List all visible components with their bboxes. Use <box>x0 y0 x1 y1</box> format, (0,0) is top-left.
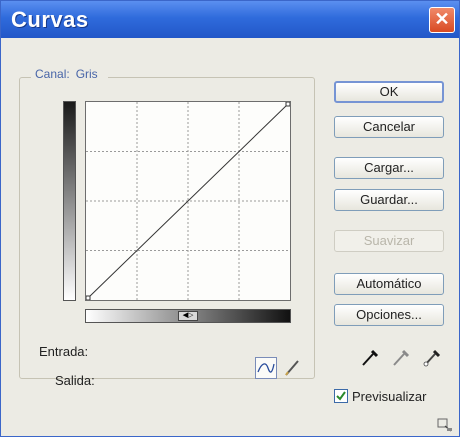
auto-button[interactable]: Automático <box>334 273 444 295</box>
channel-label: Canal: <box>35 67 70 81</box>
channel-legend: Canal: Gris <box>31 67 108 81</box>
gradient-toggle-button[interactable]: ◀▷ <box>178 311 198 321</box>
eyedropper-gray-icon[interactable] <box>391 347 411 367</box>
eyedropper-white-icon[interactable] <box>422 347 442 367</box>
curve-tool-icon <box>257 363 275 373</box>
eyedropper-black-icon[interactable] <box>360 347 380 367</box>
output-gradient-bar <box>63 101 76 301</box>
curves-dialog: Curvas ✕ Canal: Gris ◀▷ Entrada: Salida: <box>0 0 460 437</box>
input-label: Entrada: <box>39 344 89 359</box>
pencil-tool-button[interactable] <box>281 357 303 379</box>
close-button[interactable]: ✕ <box>429 7 455 33</box>
dialog-title: Curvas <box>11 7 89 32</box>
cancel-button[interactable]: Cancelar <box>334 116 444 138</box>
preview-checkbox[interactable] <box>334 389 348 403</box>
options-button[interactable]: Opciones... <box>334 304 444 326</box>
curve-graph-svg <box>86 102 290 300</box>
curve-tool-button[interactable] <box>255 357 277 379</box>
preview-label: Previsualizar <box>352 389 427 404</box>
load-button[interactable]: Cargar... <box>334 157 444 179</box>
output-label: Salida: <box>55 373 95 388</box>
ok-button[interactable]: OK <box>334 81 444 103</box>
smooth-button[interactable]: Suavizar <box>334 230 444 252</box>
curve-graph[interactable] <box>85 101 291 301</box>
expand-icon[interactable] <box>437 418 453 432</box>
save-button[interactable]: Guardar... <box>334 189 444 211</box>
channel-value[interactable]: Gris <box>76 67 98 81</box>
title-bar[interactable]: Curvas ✕ <box>1 1 459 38</box>
curve-point-end <box>285 102 290 107</box>
pencil-icon <box>285 360 299 376</box>
checkmark-icon <box>336 391 346 401</box>
curve-point-start <box>86 295 91 300</box>
